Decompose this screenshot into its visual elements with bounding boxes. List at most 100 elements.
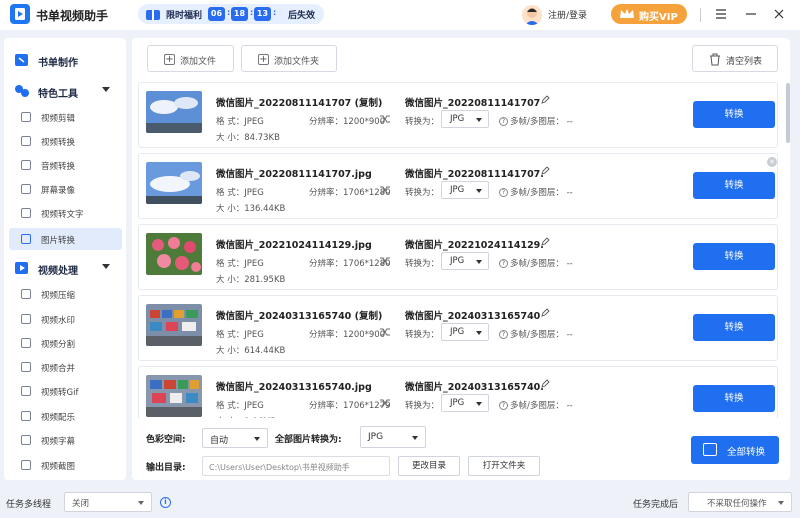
open-folder-button[interactable]: 打开文件夹 bbox=[468, 456, 540, 476]
output-name: 微信图片_20220811141707. bbox=[405, 169, 544, 180]
help-icon: ? bbox=[499, 330, 508, 339]
edit-icon[interactable] bbox=[541, 166, 550, 178]
sidebar-item-screen-record[interactable]: 屏幕录像 bbox=[9, 178, 122, 200]
countdown-separator: : bbox=[250, 8, 254, 17]
help-icon: ? bbox=[499, 259, 508, 268]
close-icon[interactable] bbox=[771, 6, 787, 22]
convert-all-select[interactable]: JPG bbox=[360, 426, 426, 448]
file-thumbnail bbox=[146, 375, 202, 417]
multithread-select[interactable]: 关闭 bbox=[64, 492, 152, 512]
output-name: 微信图片_20240313165740. bbox=[405, 382, 544, 393]
chevron-down-icon bbox=[412, 436, 418, 440]
login-link[interactable]: 注册/登录 bbox=[548, 8, 587, 21]
music-icon bbox=[21, 411, 31, 421]
file-row[interactable]: 微信图片_20240313165740 (复制) 格 式：JPEG 大 小：614.… bbox=[138, 295, 778, 361]
chevron-down-icon bbox=[476, 331, 482, 335]
sidebar-item-subtitle[interactable]: 视频字幕 bbox=[9, 429, 122, 451]
promo-banner[interactable]: 限时福利 06 : 18 : 13 : 后失效 bbox=[138, 4, 324, 24]
edit-icon[interactable] bbox=[541, 379, 550, 391]
file-size: 大 小：614.44KB bbox=[216, 346, 286, 356]
subtitle-icon bbox=[21, 435, 31, 445]
merge-icon bbox=[21, 362, 31, 372]
sidebar-item-screenshot[interactable]: 视频截图 bbox=[9, 454, 122, 476]
file-row[interactable]: 微信图片_20240313165740.jpg 格 式：JPEG 大 小：1.06M… bbox=[138, 366, 778, 418]
sidebar-item-audio-convert[interactable]: 音频转换 bbox=[9, 154, 122, 176]
sidebar-item-music[interactable]: 视频配乐 bbox=[9, 405, 122, 427]
file-resolution: 分辨率：1200*900 bbox=[309, 117, 386, 127]
book-icon bbox=[15, 54, 28, 66]
clear-list-button[interactable]: 清空列表 bbox=[692, 45, 778, 72]
sidebar-item-image-convert[interactable]: 图片转换 bbox=[9, 228, 122, 250]
sidebar-item-video-to-text[interactable]: 视频转文字 bbox=[9, 202, 122, 224]
sidebar-item-compress[interactable]: 视频压缩 bbox=[9, 283, 122, 305]
title-bar: 书单视频助手 限时福利 06 : 18 : 13 : 后失效 注册/登录 购买V… bbox=[0, 0, 800, 30]
convert-button[interactable]: 转换 bbox=[693, 243, 775, 270]
plus-icon: + bbox=[258, 54, 269, 65]
gif-icon bbox=[21, 386, 31, 396]
convert-button[interactable]: 转换 bbox=[693, 314, 775, 341]
promo-suffix: 后失效 bbox=[288, 11, 316, 21]
buy-vip-button[interactable]: 购买VIP bbox=[611, 4, 687, 24]
file-row[interactable]: 微信图片_20220811141707.jpg 格 式：JPEG 大 小：136.4… bbox=[138, 153, 778, 219]
change-dir-button[interactable]: 更改目录 bbox=[398, 456, 460, 476]
settings-panel: 色彩空间: 自动 全部图片转换为: JPG 输出目录: C:\Users\Use… bbox=[138, 424, 784, 478]
sidebar-item-video-convert[interactable]: 视频转换 bbox=[9, 130, 122, 152]
edit-icon[interactable] bbox=[541, 95, 550, 107]
sidebar-item-merge[interactable]: 视频合并 bbox=[9, 356, 122, 378]
multithread-label: 任务多线程 bbox=[6, 500, 52, 510]
convert-to-label: 转换为： bbox=[405, 401, 440, 411]
shuffle-icon bbox=[379, 256, 391, 269]
watermark-icon bbox=[21, 314, 31, 324]
color-space-select[interactable]: 自动 bbox=[202, 428, 268, 448]
convert-button[interactable]: 转换 bbox=[693, 385, 775, 412]
multi-frame-info: ? 多帧/多图层： -- bbox=[499, 115, 573, 127]
sidebar-item-to-gif[interactable]: 视频转Gif bbox=[9, 380, 122, 402]
shuffle-icon bbox=[379, 327, 391, 340]
add-file-button[interactable]: + 添加文件 bbox=[147, 45, 234, 72]
file-size: 大 小：84.73KB bbox=[216, 133, 280, 143]
file-thumbnail bbox=[146, 91, 202, 133]
convert-all-button[interactable]: 全部转换 bbox=[691, 436, 779, 464]
edit-icon[interactable] bbox=[541, 308, 550, 320]
file-format: 格 式：JPEG bbox=[216, 188, 264, 198]
remove-icon[interactable]: ✕ bbox=[767, 157, 777, 167]
convert-all-label: 全部图片转换为: bbox=[275, 435, 342, 445]
file-format: 格 式：JPEG bbox=[216, 259, 264, 269]
output-name: 微信图片_20221024114129. bbox=[405, 240, 544, 251]
add-folder-button[interactable]: + 添加文件夹 bbox=[241, 45, 337, 72]
sidebar-item-video-edit[interactable]: 视频剪辑 bbox=[9, 106, 122, 128]
output-name: 微信图片_20240313165740 bbox=[405, 311, 541, 322]
chevron-down-icon bbox=[476, 402, 482, 406]
output-path-field[interactable]: C:\Users\User\Desktop\书单视频助手 bbox=[202, 456, 390, 476]
split-icon bbox=[21, 338, 31, 348]
promo-label: 限时福利 bbox=[166, 11, 203, 21]
scrollbar[interactable] bbox=[786, 83, 790, 143]
audio-icon bbox=[21, 160, 31, 170]
user-avatar[interactable] bbox=[522, 5, 542, 25]
sidebar-item-watermark[interactable]: 视频水印 bbox=[9, 308, 122, 330]
info-icon[interactable]: i bbox=[160, 497, 171, 508]
after-task-select[interactable]: 不采取任何操作 bbox=[688, 492, 792, 512]
file-format: 格 式：JPEG bbox=[216, 330, 264, 340]
menu-icon[interactable] bbox=[713, 6, 729, 22]
convert-to-label: 转换为： bbox=[405, 188, 440, 198]
format-select[interactable]: JPG bbox=[441, 394, 489, 412]
shuffle-icon bbox=[379, 114, 391, 127]
edit-icon[interactable] bbox=[541, 237, 550, 249]
format-select[interactable]: JPG bbox=[441, 323, 489, 341]
format-select[interactable]: JPG bbox=[441, 181, 489, 199]
sidebar-item-split[interactable]: 视频分割 bbox=[9, 332, 122, 354]
output-dir-label: 输出目录: bbox=[146, 463, 186, 473]
convert-button[interactable]: 转换 bbox=[693, 172, 775, 199]
format-select[interactable]: JPG bbox=[441, 252, 489, 270]
color-space-label: 色彩空间: bbox=[146, 435, 186, 445]
file-format: 格 式：JPEG bbox=[216, 117, 264, 127]
format-select[interactable]: JPG bbox=[441, 110, 489, 128]
file-row[interactable]: 微信图片_20221024114129.jpg 格 式：JPEG 大 小：281.9… bbox=[138, 224, 778, 290]
chevron-down-icon bbox=[102, 87, 110, 92]
convert-button[interactable]: 转换 bbox=[693, 101, 775, 128]
file-row[interactable]: 微信图片_20220811141707 (复制) 格 式：JPEG 大 小：84.7… bbox=[138, 82, 778, 148]
file-resolution: 分辨率：1200*900 bbox=[309, 330, 386, 340]
minimize-icon[interactable] bbox=[743, 6, 759, 22]
multi-frame-info: ? 多帧/多图层： -- bbox=[499, 257, 573, 269]
